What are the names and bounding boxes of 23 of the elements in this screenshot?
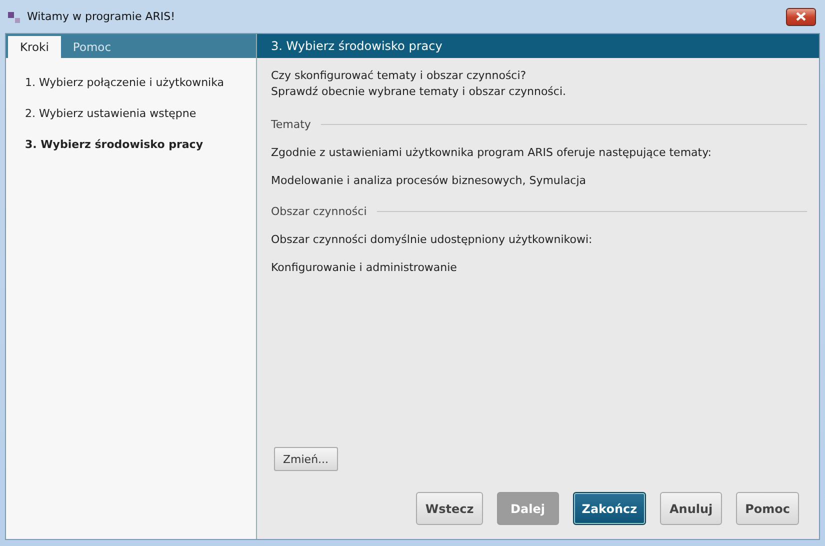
step-item[interactable]: 1. Wybierz połączenie i użytkownika (25, 76, 256, 89)
window-title: Witamy w programie ARIS! (27, 10, 176, 23)
dialog-button[interactable]: Pomoc (736, 492, 799, 525)
section-description: Zgodnie z ustawieniami użytkownika program ARIS oferuje następujące tematy: (271, 146, 712, 159)
close-button[interactable] (786, 8, 816, 26)
intro-text: Czy skonfigurować tematy i obszar czynności? (271, 68, 528, 84)
intro-text: Sprawdź obecnie wybrane tematy i obszar czynności. (271, 84, 568, 100)
dialog-button[interactable]: Anuluj (660, 492, 722, 525)
section-heading: Obszar czynności (271, 205, 367, 218)
section-heading: Tematy (271, 118, 311, 131)
dialog-button[interactable]: Wstecz (416, 492, 483, 525)
change-button[interactable]: Zmień... (274, 447, 338, 471)
app-logo-icon (7, 10, 21, 24)
tab[interactable]: Kroki (8, 36, 61, 58)
step-item[interactable]: 3. Wybierz środowisko pracy (25, 138, 256, 151)
step-item[interactable]: 2. Wybierz ustawienia wstępne (25, 107, 256, 120)
section-description: Obszar czynności domyślnie udostępniony użytkownikowi: (271, 233, 594, 246)
page-header: 3. Wybierz środowisko pracy (257, 34, 819, 58)
close-icon (796, 12, 806, 21)
dialog-button[interactable]: Zakończ (572, 492, 646, 525)
section-value: Modelowanie i analiza procesów biznesowych, Symulacja (271, 174, 588, 187)
tab[interactable]: Pomoc (60, 36, 124, 58)
section-value: Konfigurowanie i administrowanie (271, 261, 458, 274)
